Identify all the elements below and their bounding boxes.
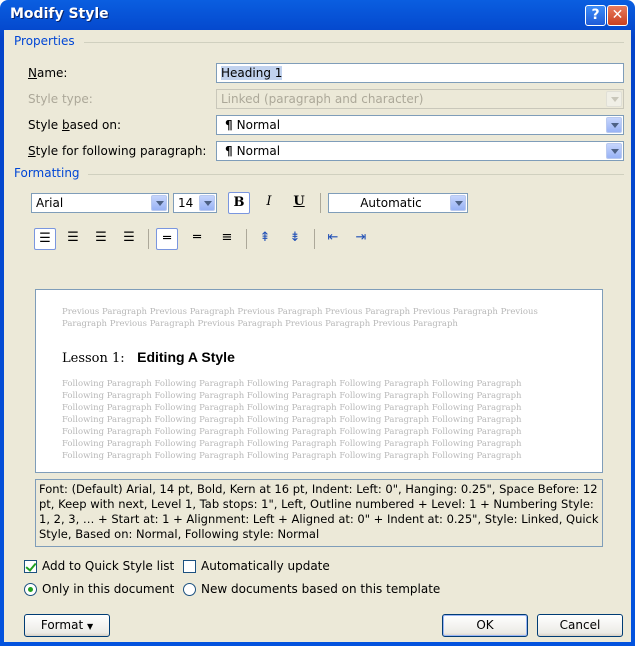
preview-following-line: Following Paragraph Following Paragraph … (62, 451, 522, 461)
align-center-icon[interactable]: ☰ (62, 228, 84, 250)
properties-divider (84, 42, 624, 43)
dropdown-arrow-icon: ▼ (86, 622, 94, 631)
increase-spacing-before-icon[interactable]: ⇞ (254, 228, 276, 250)
help-button[interactable]: ? (585, 5, 606, 26)
based-on-select[interactable]: ¶ Normal (216, 115, 624, 135)
font-color-value: Automatic (360, 196, 422, 210)
style-preview: Previous Paragraph Previous Paragraph Pr… (35, 289, 603, 473)
add-quick-style-label[interactable]: Add to Quick Style list (42, 559, 174, 573)
increase-indent-icon[interactable]: ⇥ (350, 228, 372, 250)
properties-group-label: Properties (14, 34, 75, 48)
font-value: Arial (36, 196, 64, 210)
formatting-group-label: Formatting (14, 166, 80, 180)
font-size-select[interactable]: 14 (173, 193, 217, 213)
preview-following-line: Following Paragraph Following Paragraph … (62, 439, 522, 449)
justify-icon[interactable]: ☰ (118, 228, 140, 250)
formatting-divider (88, 174, 624, 175)
modify-style-dialog: Modify Style ? ✕ Properties Name: Headin… (0, 0, 635, 646)
preview-following-line: Following Paragraph Following Paragraph … (62, 403, 522, 413)
decrease-spacing-before-icon[interactable]: ⇟ (284, 228, 306, 250)
chevron-down-icon[interactable] (151, 195, 167, 211)
preview-following-paragraph: Following Paragraph Following Paragraph … (62, 378, 602, 462)
chevron-down-icon[interactable] (450, 195, 466, 211)
dialog-body: Properties Name: Heading 1 Style type: L… (4, 30, 631, 642)
chevron-down-icon (606, 91, 622, 107)
preview-following-line: Following Paragraph Following Paragraph … (62, 427, 522, 437)
new-documents-label[interactable]: New documents based on this template (201, 582, 440, 596)
style-description: Font: (Default) Arial, 14 pt, Bold, Kern… (35, 479, 603, 547)
auto-update-checkbox[interactable] (183, 560, 196, 573)
following-value: Normal (236, 144, 281, 158)
font-color-select[interactable]: Automatic (328, 193, 468, 213)
preview-following-line: Following Paragraph Following Paragraph … (62, 415, 522, 425)
following-paragraph-label: Style for following paragraph: (28, 144, 207, 158)
based-on-value: Normal (236, 118, 281, 132)
preview-heading-text: Editing A Style (137, 349, 235, 365)
based-on-label: Style based on: (28, 118, 122, 132)
preview-following-line: Following Paragraph Following Paragraph … (62, 391, 522, 401)
name-input[interactable]: Heading 1 (216, 63, 624, 83)
style-type-value: Linked (paragraph and character) (221, 92, 424, 106)
cancel-button[interactable]: Cancel (537, 614, 623, 637)
format-button-label: Format (40, 618, 84, 632)
preview-previous-paragraph: Previous Paragraph Previous Paragraph Pr… (62, 307, 538, 329)
only-this-document-label[interactable]: Only in this document (42, 582, 174, 596)
align-right-icon[interactable]: ☰ (90, 228, 112, 250)
bold-button[interactable]: B (228, 192, 250, 214)
close-button[interactable]: ✕ (607, 5, 628, 26)
underline-button[interactable]: U (288, 192, 310, 214)
double-spacing-icon[interactable]: ≡ (216, 228, 238, 250)
font-select[interactable]: Arial (31, 193, 169, 213)
chevron-down-icon[interactable] (199, 195, 215, 211)
toolbar-separator (320, 193, 321, 213)
pilcrow-icon: ¶ (225, 118, 233, 132)
following-paragraph-select[interactable]: ¶ Normal (216, 141, 624, 161)
format-button[interactable]: Format ▼ (24, 614, 110, 637)
chevron-down-icon[interactable] (606, 117, 622, 133)
align-left-icon[interactable]: ☰ (34, 228, 56, 250)
title-bar[interactable]: Modify Style ? ✕ (0, 0, 635, 30)
style-type-select[interactable]: Linked (paragraph and character) (216, 89, 624, 109)
toolbar-separator (246, 229, 247, 249)
add-quick-style-checkbox[interactable] (24, 560, 37, 573)
name-label: Name: (28, 66, 68, 80)
font-size-value: 14 (178, 196, 194, 210)
single-spacing-icon[interactable]: ═ (156, 228, 178, 250)
toolbar-separator (148, 229, 149, 249)
only-this-document-radio[interactable] (24, 583, 37, 596)
style-type-label: Style type: (28, 92, 93, 106)
toolbar-separator (314, 229, 315, 249)
preview-following-line: Following Paragraph Following Paragraph … (62, 379, 522, 389)
chevron-down-icon[interactable] (606, 143, 622, 159)
auto-update-label[interactable]: Automatically update (201, 559, 330, 573)
one-half-spacing-icon[interactable]: ═ (186, 228, 208, 250)
new-documents-radio[interactable] (183, 583, 196, 596)
dialog-title: Modify Style (10, 6, 109, 22)
decrease-indent-icon[interactable]: ⇤ (322, 228, 344, 250)
preview-heading-number: Lesson 1: (62, 351, 125, 366)
preview-heading: Lesson 1: Editing A Style (62, 349, 235, 366)
italic-button[interactable]: I (258, 192, 280, 214)
ok-button[interactable]: OK (442, 614, 528, 637)
name-input-value: Heading 1 (221, 66, 283, 80)
pilcrow-icon: ¶ (225, 144, 233, 158)
